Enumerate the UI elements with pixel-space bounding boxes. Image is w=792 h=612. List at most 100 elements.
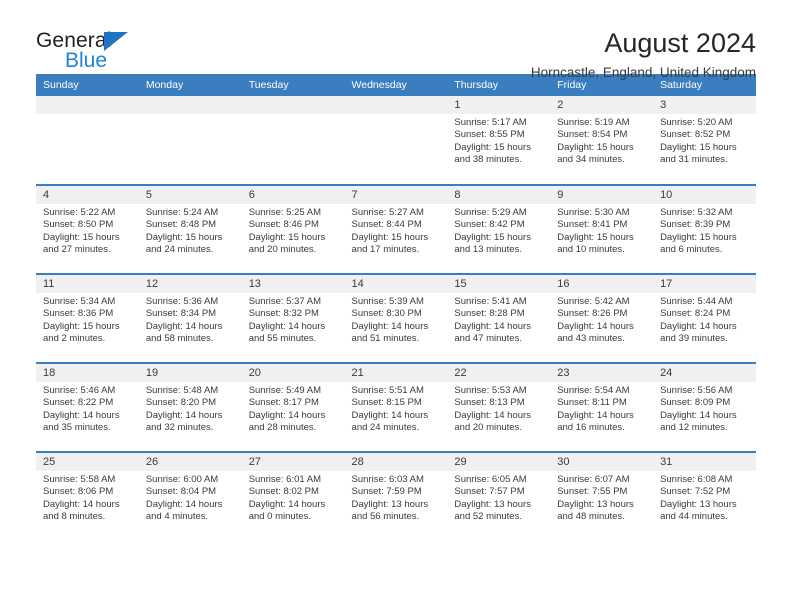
page-subtitle: Horncastle, England, United Kingdom	[530, 65, 756, 80]
calendar-day-cell[interactable]: 1 Sunrise: 5:17 AM Sunset: 8:55 PM Daylight…	[447, 96, 551, 185]
calendar-day-cell[interactable]: 5 Sunrise: 5:24 AM Sunset: 8:48 PM Daylight…	[138, 184, 242, 274]
day-details: Sunrise: 6:07 AM Sunset: 7:55 PM Daylight:…	[550, 471, 653, 524]
daylight-text-line1: Daylight: 14 hours	[248, 498, 326, 510]
day-details: Sunrise: 5:37 AM Sunset: 8:32 PM Daylight:…	[242, 293, 345, 346]
day-content: 17 Sunrise: 5:44 AM Sunset: 8:24 PM Dayligh…	[653, 275, 756, 362]
empty-day	[241, 96, 345, 184]
calendar-day-cell[interactable]: 30 Sunrise: 6:07 AM Sunset: 7:55 PM Dayligh…	[550, 451, 654, 541]
calendar-day-cell[interactable]: 20 Sunrise: 5:49 AM Sunset: 8:17 PM Dayligh…	[241, 362, 345, 452]
sunrise-text: Sunrise: 6:00 AM	[145, 474, 219, 485]
daylight-text-line1: Daylight: 14 hours	[351, 409, 429, 421]
sunrise-text: Sunrise: 6:01 AM	[248, 474, 322, 485]
sunrise-text: Sunrise: 5:19 AM	[557, 117, 630, 128]
day-number: 21	[344, 364, 448, 382]
day-number: 13	[241, 275, 345, 293]
calendar-day-cell[interactable]: 8 Sunrise: 5:29 AM Sunset: 8:42 PM Daylight…	[447, 184, 551, 274]
day-content: 13 Sunrise: 5:37 AM Sunset: 8:32 PM Dayligh…	[241, 275, 345, 362]
day-content: 21 Sunrise: 5:51 AM Sunset: 8:15 PM Dayligh…	[344, 364, 448, 451]
calendar-week-row: 11 Sunrise: 5:34 AM Sunset: 8:36 PM Dayligh…	[36, 273, 756, 363]
calendar-day-cell[interactable]: 12 Sunrise: 5:36 AM Sunset: 8:34 PM Dayligh…	[138, 273, 242, 363]
calendar-day-cell[interactable]: 28 Sunrise: 6:03 AM Sunset: 7:59 PM Dayligh…	[344, 451, 448, 541]
calendar-week-row: 1 Sunrise: 5:17 AM Sunset: 8:55 PM Daylight…	[36, 96, 756, 185]
calendar-day-cell[interactable]: 3 Sunrise: 5:20 AM Sunset: 8:52 PM Daylight…	[653, 96, 756, 185]
daylight-text-line1: Daylight: 15 hours	[454, 141, 531, 153]
calendar-day-cell[interactable]	[344, 96, 448, 185]
calendar-day-cell[interactable]: 18 Sunrise: 5:46 AM Sunset: 8:22 PM Dayligh…	[36, 362, 139, 452]
day-details: Sunrise: 5:24 AM Sunset: 8:48 PM Daylight:…	[139, 204, 242, 257]
sunset-text: Sunset: 8:20 PM	[145, 397, 217, 409]
calendar-day-cell[interactable]: 27 Sunrise: 6:01 AM Sunset: 8:02 PM Dayligh…	[241, 451, 345, 541]
calendar-day-cell[interactable]: 2 Sunrise: 5:19 AM Sunset: 8:54 PM Daylight…	[550, 96, 654, 185]
calendar-day-cell[interactable]: 23 Sunrise: 5:54 AM Sunset: 8:11 PM Dayligh…	[550, 362, 654, 452]
calendar-day-cell[interactable]: 29 Sunrise: 6:05 AM Sunset: 7:57 PM Dayligh…	[447, 451, 551, 541]
calendar-day-cell[interactable]: 6 Sunrise: 5:25 AM Sunset: 8:46 PM Daylight…	[241, 184, 345, 274]
calendar-day-cell[interactable]: 24 Sunrise: 5:56 AM Sunset: 8:09 PM Dayligh…	[653, 362, 756, 452]
calendar-day-cell[interactable]: 14 Sunrise: 5:39 AM Sunset: 8:30 PM Dayligh…	[344, 273, 448, 363]
day-details: Sunrise: 6:03 AM Sunset: 7:59 PM Daylight:…	[345, 471, 448, 524]
daylight-text-line1: Daylight: 15 hours	[145, 231, 223, 243]
sunrise-text: Sunrise: 5:36 AM	[145, 296, 219, 307]
calendar-day-cell[interactable]: 13 Sunrise: 5:37 AM Sunset: 8:32 PM Dayligh…	[241, 273, 345, 363]
daylight-text-line2: and 24 minutes.	[351, 422, 420, 434]
calendar-day-cell[interactable]: 9 Sunrise: 5:30 AM Sunset: 8:41 PM Daylight…	[550, 184, 654, 274]
sunset-text: Sunset: 8:36 PM	[43, 308, 114, 320]
calendar-day-cell[interactable]: 26 Sunrise: 6:00 AM Sunset: 8:04 PM Dayligh…	[138, 451, 242, 541]
daylight-text-line2: and 17 minutes.	[351, 244, 420, 256]
sunset-text: Sunset: 8:52 PM	[660, 129, 731, 141]
day-number: 18	[36, 364, 139, 382]
day-content: 22 Sunrise: 5:53 AM Sunset: 8:13 PM Dayligh…	[447, 364, 551, 451]
calendar-day-cell[interactable]	[138, 96, 242, 185]
calendar-day-cell[interactable]: 31 Sunrise: 6:08 AM Sunset: 7:52 PM Dayligh…	[653, 451, 756, 541]
day-number: 16	[550, 275, 654, 293]
day-content: 27 Sunrise: 6:01 AM Sunset: 8:02 PM Dayligh…	[241, 453, 345, 541]
day-content: 20 Sunrise: 5:49 AM Sunset: 8:17 PM Dayligh…	[241, 364, 345, 451]
daylight-text-line1: Daylight: 14 hours	[43, 409, 120, 421]
daylight-text-line2: and 6 minutes.	[660, 244, 723, 256]
sunrise-text: Sunrise: 5:44 AM	[660, 296, 733, 307]
calendar-day-cell[interactable]: 4 Sunrise: 5:22 AM Sunset: 8:50 PM Daylight…	[36, 184, 139, 274]
daylight-text-line2: and 52 minutes.	[454, 511, 522, 523]
logo-text-blue: Blue	[65, 49, 108, 72]
day-content: 2 Sunrise: 5:19 AM Sunset: 8:54 PM Daylight…	[550, 96, 654, 184]
calendar-day-cell[interactable]: 25 Sunrise: 5:58 AM Sunset: 8:06 PM Dayligh…	[36, 451, 139, 541]
day-content: 5 Sunrise: 5:24 AM Sunset: 8:48 PM Daylight…	[138, 186, 242, 273]
daylight-text-line2: and 10 minutes.	[557, 244, 625, 256]
day-number: 19	[138, 364, 242, 382]
day-content: 25 Sunrise: 5:58 AM Sunset: 8:06 PM Dayligh…	[36, 453, 139, 541]
calendar-day-cell[interactable]: 10 Sunrise: 5:32 AM Sunset: 8:39 PM Dayligh…	[653, 184, 756, 274]
sunset-text: Sunset: 7:52 PM	[660, 486, 731, 498]
sunrise-text: Sunrise: 5:34 AM	[43, 296, 116, 307]
daylight-text-line2: and 34 minutes.	[557, 154, 625, 166]
calendar-day-cell[interactable]: 11 Sunrise: 5:34 AM Sunset: 8:36 PM Dayligh…	[36, 273, 139, 363]
daylight-text-line2: and 20 minutes.	[248, 244, 317, 256]
sunset-text: Sunset: 8:02 PM	[248, 486, 319, 498]
calendar-day-cell[interactable]: 19 Sunrise: 5:48 AM Sunset: 8:20 PM Dayligh…	[138, 362, 242, 452]
day-number: 2	[550, 96, 654, 114]
day-content: 8 Sunrise: 5:29 AM Sunset: 8:42 PM Daylight…	[447, 186, 551, 273]
calendar-day-cell[interactable]: 22 Sunrise: 5:53 AM Sunset: 8:13 PM Dayligh…	[447, 362, 551, 452]
day-number: 15	[447, 275, 551, 293]
sunrise-text: Sunrise: 5:41 AM	[454, 296, 527, 307]
daylight-text-line2: and 56 minutes.	[351, 511, 420, 523]
daylight-text-line2: and 47 minutes.	[454, 333, 522, 345]
daylight-text-line1: Daylight: 14 hours	[145, 409, 223, 421]
day-details: Sunrise: 5:51 AM Sunset: 8:15 PM Daylight:…	[345, 382, 448, 435]
sunset-text: Sunset: 8:34 PM	[145, 308, 217, 320]
calendar-day-cell[interactable]: 15 Sunrise: 5:41 AM Sunset: 8:28 PM Dayligh…	[447, 273, 551, 363]
sunrise-text: Sunrise: 5:32 AM	[660, 207, 733, 218]
day-number	[36, 96, 139, 114]
calendar-day-cell[interactable]: 17 Sunrise: 5:44 AM Sunset: 8:24 PM Dayligh…	[653, 273, 756, 363]
calendar-day-cell[interactable]: 16 Sunrise: 5:42 AM Sunset: 8:26 PM Dayligh…	[550, 273, 654, 363]
calendar-day-cell[interactable]	[36, 96, 139, 185]
calendar-week-row: 18 Sunrise: 5:46 AM Sunset: 8:22 PM Dayligh…	[36, 362, 756, 452]
calendar-day-cell[interactable]: 21 Sunrise: 5:51 AM Sunset: 8:15 PM Dayligh…	[344, 362, 448, 452]
sunset-text: Sunset: 8:46 PM	[248, 219, 319, 231]
day-details: Sunrise: 5:49 AM Sunset: 8:17 PM Daylight:…	[242, 382, 345, 435]
sunset-text: Sunset: 8:54 PM	[557, 129, 628, 141]
calendar-day-cell[interactable]	[241, 96, 345, 185]
weekday-header-wednesday: Wednesday	[344, 74, 448, 96]
sunset-text: Sunset: 8:28 PM	[454, 308, 525, 320]
general-blue-logo[interactable]: General Blue	[36, 30, 266, 80]
sunrise-text: Sunrise: 6:05 AM	[454, 474, 527, 485]
calendar-day-cell[interactable]: 7 Sunrise: 5:27 AM Sunset: 8:44 PM Daylight…	[344, 184, 448, 274]
